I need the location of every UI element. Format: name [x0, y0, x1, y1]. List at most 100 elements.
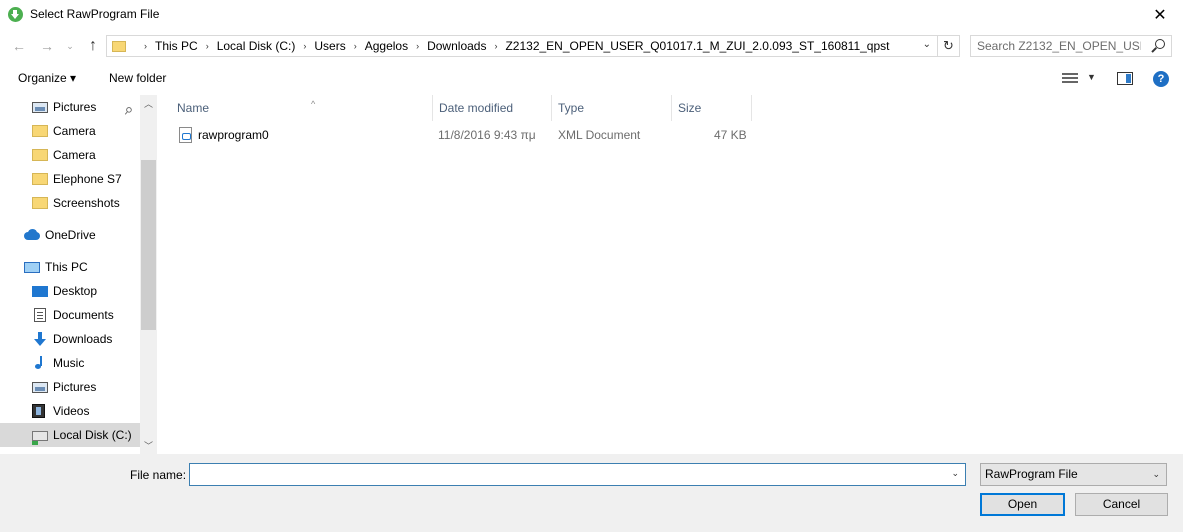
- sidebar-item-screenshots[interactable]: Screenshots: [0, 191, 140, 215]
- address-bar[interactable]: › This PC › Local Disk (C:) › Users › Ag…: [106, 35, 938, 57]
- file-name-input[interactable]: [190, 464, 940, 485]
- downloads-icon: [32, 332, 48, 346]
- sidebar-item-documents[interactable]: Documents: [0, 303, 140, 327]
- search-icon[interactable]: [1155, 39, 1165, 49]
- file-date-modified: 11/8/2016 9:43 πμ: [438, 128, 536, 142]
- title-bar: Select RawProgram File ✕: [0, 0, 1183, 30]
- sidebar-item-label: Camera: [53, 148, 96, 162]
- breadcrumb-current-folder[interactable]: Z2132_EN_OPEN_USER_Q01017.1_M_ZUI_2.0.09…: [505, 39, 889, 53]
- sidebar-item-label: Downloads: [53, 332, 113, 346]
- sidebar-item-elephone-s7[interactable]: Elephone S7: [0, 167, 140, 191]
- table-row[interactable]: rawprogram0 11/8/2016 9:43 πμ XML Docume…: [157, 124, 757, 146]
- chevron-down-icon[interactable]: ⌄: [951, 468, 959, 479]
- organize-button[interactable]: Organize ▾: [18, 71, 76, 85]
- folder-icon: [32, 197, 48, 209]
- back-button[interactable]: ←: [10, 36, 28, 56]
- sidebar-item-label: Pictures: [53, 380, 97, 394]
- file-list: Name ^ Date modified Type Size rawprogra…: [157, 95, 1183, 454]
- command-toolbar: Organize ▾ New folder ▼ ?: [0, 64, 1183, 94]
- sidebar-item-label: Documents: [53, 308, 114, 322]
- sidebar-item-desktop[interactable]: Desktop: [0, 279, 140, 303]
- view-dropdown-icon[interactable]: ▼: [1087, 72, 1096, 82]
- sidebar-item-label: Elephone S7: [53, 172, 122, 186]
- sidebar-item-downloads[interactable]: Downloads: [0, 327, 140, 351]
- file-name: rawprogram0: [198, 128, 269, 142]
- folder-icon: [32, 149, 48, 161]
- chevron-right-icon[interactable]: ›: [303, 41, 306, 51]
- chevron-right-icon[interactable]: ›: [494, 41, 497, 51]
- breadcrumb-downloads[interactable]: Downloads: [427, 39, 486, 53]
- sidebar-item-label: Pictures: [53, 100, 97, 114]
- sidebar-item-label: This PC: [45, 260, 88, 274]
- xml-file-icon: [179, 127, 192, 143]
- open-button[interactable]: Open: [980, 493, 1065, 516]
- sidebar-item-this-pc[interactable]: This PC: [0, 255, 140, 279]
- column-header-date-modified[interactable]: Date modified: [433, 95, 552, 121]
- view-options-icon[interactable]: [1062, 73, 1078, 84]
- file-size: 47 KB: [714, 128, 747, 142]
- help-icon[interactable]: ?: [1153, 71, 1169, 87]
- column-header-name[interactable]: Name ^: [171, 95, 433, 121]
- sidebar-scrollbar[interactable]: ︿ ﹀: [140, 95, 157, 454]
- file-name-label: File name:: [130, 468, 187, 482]
- chevron-down-icon[interactable]: ⌄: [923, 39, 931, 50]
- pictures-icon: [32, 381, 48, 393]
- sidebar-item-label: OneDrive: [45, 228, 96, 242]
- preview-pane-icon[interactable]: [1117, 72, 1133, 85]
- onedrive-icon: [24, 228, 40, 242]
- breadcrumb-this-pc[interactable]: This PC: [155, 39, 198, 53]
- music-icon: [32, 356, 48, 370]
- scrollbar-thumb[interactable]: [141, 160, 156, 330]
- sidebar-item-label: Desktop: [53, 284, 98, 298]
- file-type-filter-value: RawProgram File: [985, 467, 1078, 481]
- sidebar-item-videos[interactable]: Videos: [0, 399, 140, 423]
- up-button[interactable]: ↑: [84, 36, 102, 56]
- chevron-right-icon[interactable]: ›: [354, 41, 357, 51]
- breadcrumb-users[interactable]: Users: [314, 39, 345, 53]
- search-input[interactable]: [971, 36, 1141, 56]
- download-arrow-icon: [8, 7, 23, 22]
- column-header-type[interactable]: Type: [552, 95, 672, 121]
- folder-icon: [32, 125, 48, 137]
- breadcrumb-local-disk[interactable]: Local Disk (C:): [217, 39, 296, 53]
- chevron-right-icon: ›: [144, 41, 147, 51]
- sidebar-item-pictures-quick[interactable]: Pictures: [0, 95, 140, 119]
- recent-locations-button[interactable]: ⌄: [64, 36, 76, 56]
- file-type-filter-select[interactable]: RawProgram File ⌄: [980, 463, 1167, 486]
- breadcrumb-aggelos[interactable]: Aggelos: [365, 39, 408, 53]
- sidebar-item-label: Videos: [53, 404, 90, 418]
- scroll-up-icon[interactable]: ︿: [140, 97, 157, 110]
- sidebar-item-pictures[interactable]: Pictures: [0, 375, 140, 399]
- sidebar-item-label: Camera: [53, 124, 96, 138]
- this-pc-icon: [24, 261, 40, 273]
- sidebar-item-local-disk[interactable]: Local Disk (C:): [0, 423, 140, 447]
- forward-button[interactable]: →: [38, 36, 56, 56]
- sidebar-item-label: Music: [53, 356, 85, 370]
- new-folder-button[interactable]: New folder: [109, 71, 166, 85]
- local-disk-icon: [32, 431, 48, 445]
- file-type: XML Document: [558, 128, 641, 142]
- scroll-down-icon[interactable]: ﹀: [140, 439, 157, 452]
- navigation-bar: ← → ⌄ ↑ › This PC › Local Disk (C:) › Us…: [0, 30, 1183, 62]
- chevron-right-icon[interactable]: ›: [416, 41, 419, 51]
- sidebar-item-music[interactable]: Music: [0, 351, 140, 375]
- dialog-footer: File name: ⌄ RawProgram File ⌄ Open Canc…: [0, 454, 1183, 532]
- search-box[interactable]: [970, 35, 1172, 57]
- sidebar-item-onedrive[interactable]: OneDrive: [0, 223, 140, 247]
- column-header-size[interactable]: Size: [672, 95, 752, 121]
- sidebar-item-label: Local Disk (C:): [53, 428, 132, 442]
- close-button[interactable]: ✕: [1137, 0, 1183, 30]
- documents-icon: [34, 308, 46, 322]
- folder-icon: [32, 173, 48, 185]
- sidebar-item-camera-2[interactable]: Camera: [0, 143, 140, 167]
- chevron-down-icon[interactable]: ⌄: [1152, 464, 1160, 485]
- pictures-icon: [32, 101, 48, 113]
- videos-icon: [32, 404, 45, 418]
- file-name-combobox[interactable]: ⌄: [189, 463, 966, 486]
- cancel-button[interactable]: Cancel: [1075, 493, 1168, 516]
- refresh-button[interactable]: ↻: [938, 35, 960, 57]
- sidebar-item-camera-1[interactable]: Camera: [0, 119, 140, 143]
- chevron-right-icon[interactable]: ›: [206, 41, 209, 51]
- sort-ascending-icon: ^: [311, 99, 316, 109]
- desktop-icon: [32, 285, 48, 297]
